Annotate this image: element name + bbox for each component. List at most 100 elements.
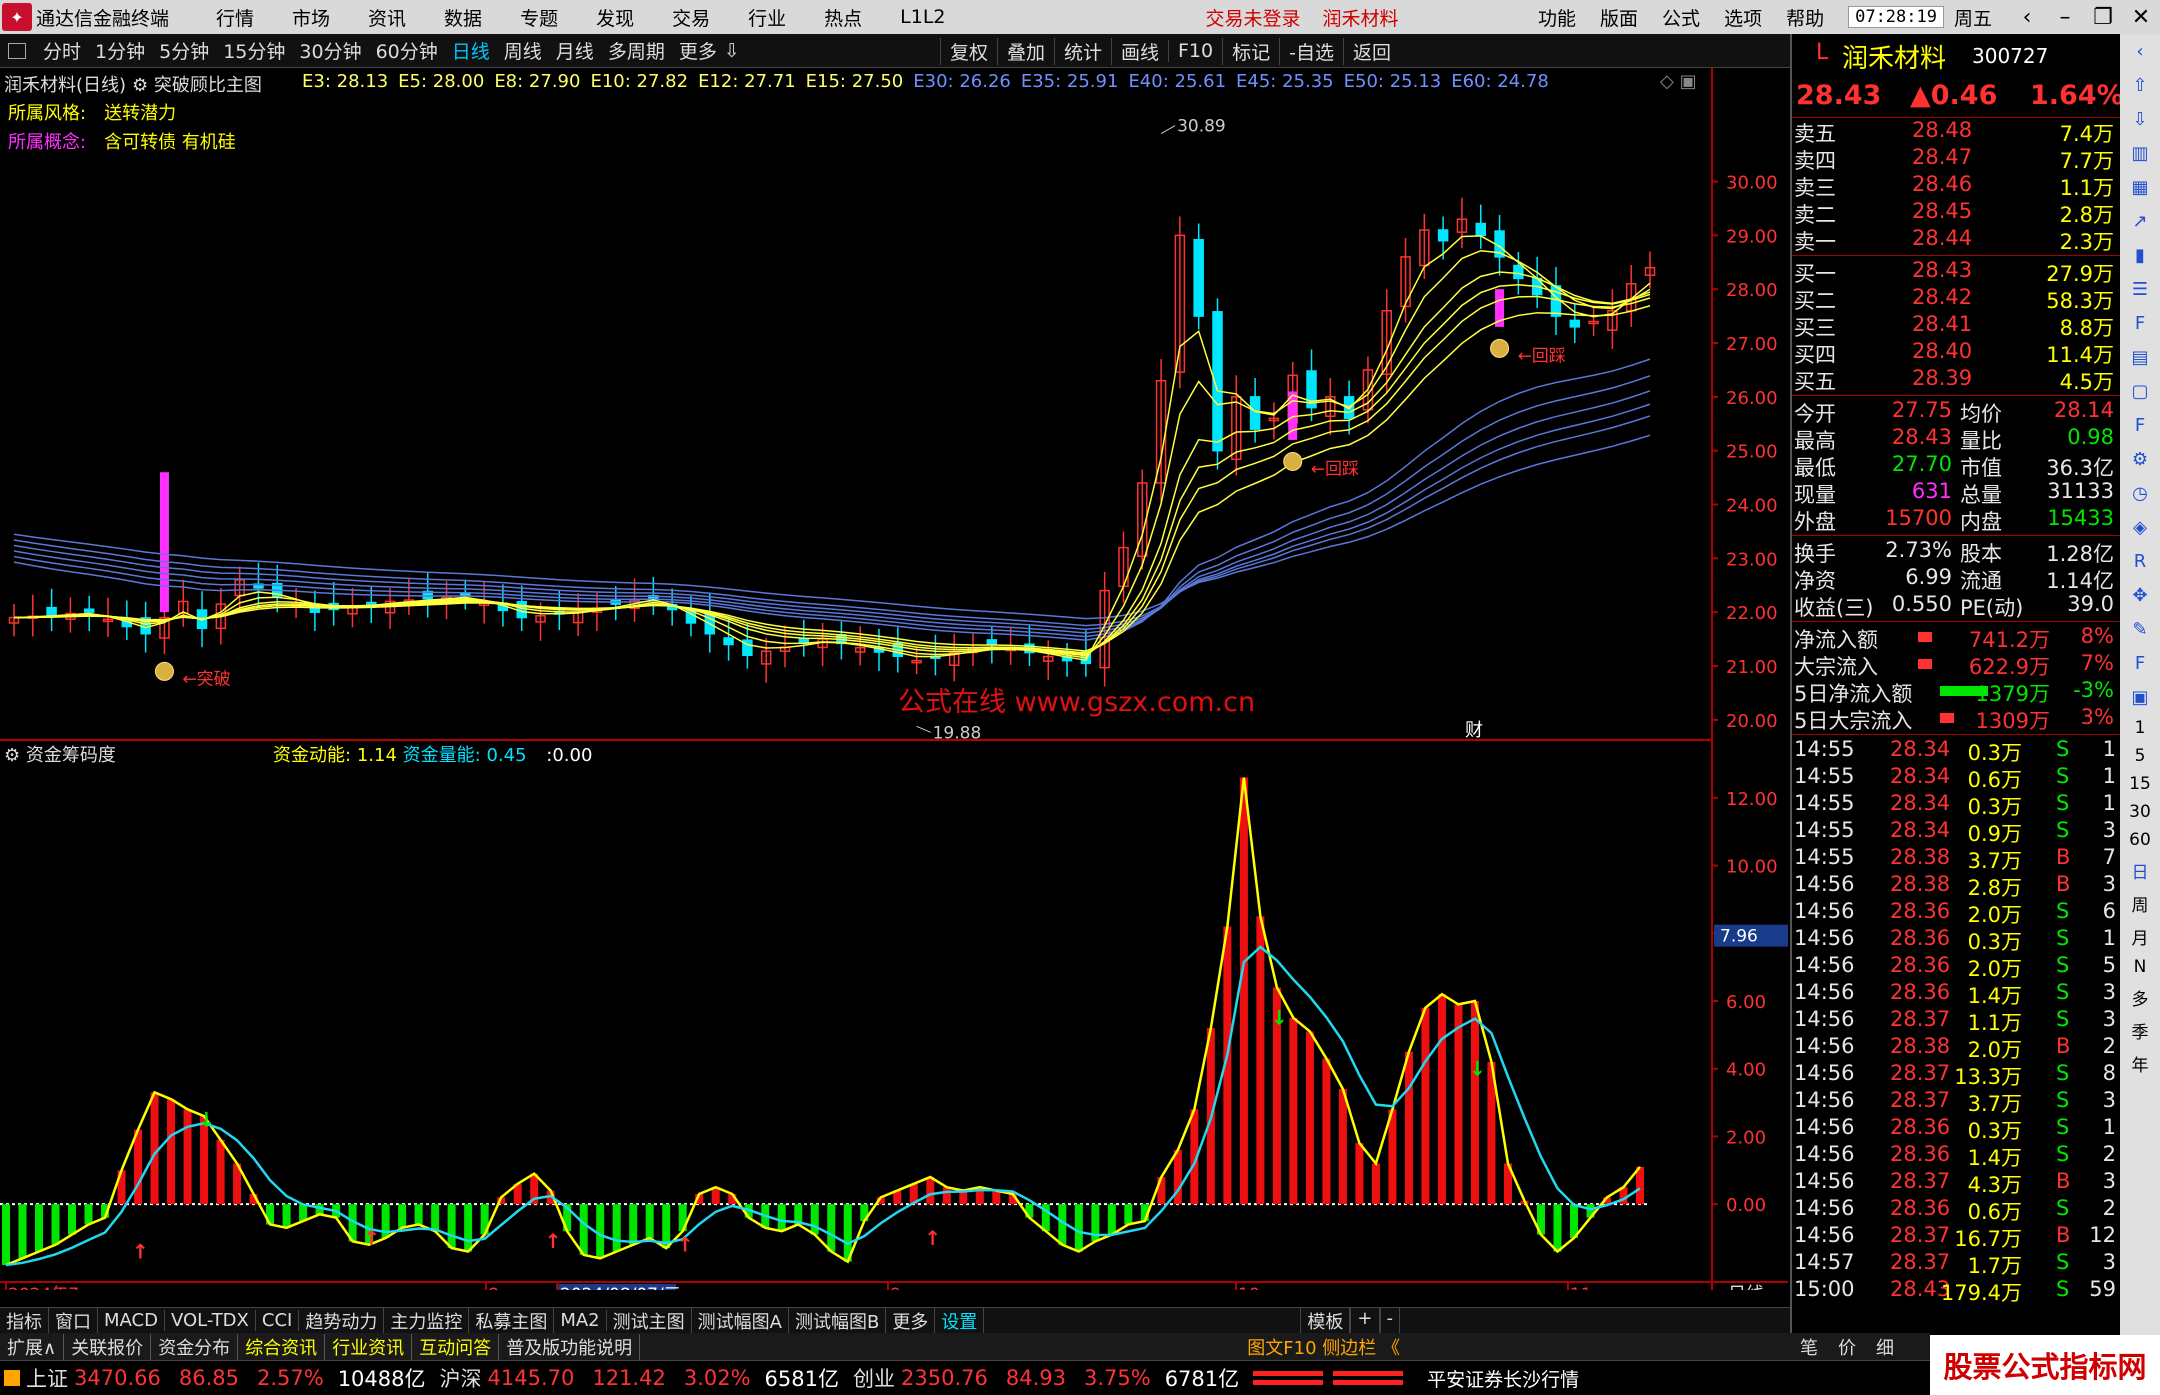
chart-area[interactable]: 30.00 29.00 28.00 27.00 26.00 25.00 24.00 23.00… — [0, 68, 1788, 1290]
menu-item-news[interactable]: 资讯 — [368, 4, 406, 31]
tool-overlay-button[interactable]: 叠加 — [996, 37, 1054, 65]
grid-icon[interactable]: ▦ — [2126, 173, 2154, 201]
menu-item-function[interactable]: 功能 — [1538, 4, 1576, 31]
tab-test-sub-a[interactable]: 测试幅图A — [692, 1307, 789, 1334]
index-cy-name[interactable]: 创业 — [853, 1363, 895, 1393]
tool-mark-button[interactable]: 标记 — [1222, 37, 1279, 65]
pen-icon[interactable]: ✎ — [2126, 615, 2154, 643]
trade-login-notice[interactable]: 交易未登录 — [1206, 4, 1301, 31]
move-icon[interactable]: ✥ — [2126, 581, 2154, 609]
menu-item-industry[interactable]: 行业 — [748, 4, 786, 31]
side-tab-week[interactable]: 周 — [2132, 891, 2149, 916]
tab-trend-power[interactable]: 趋势动力 — [299, 1307, 385, 1334]
menu-item-l1l2[interactable]: L1L2 — [900, 6, 945, 28]
page-icon[interactable]: ▤ — [2126, 343, 2154, 371]
chart-icon[interactable]: ▥ — [2126, 139, 2154, 167]
collapse-arrow-icon[interactable]: ‹ — [2126, 37, 2154, 65]
template-button[interactable]: 模板 — [1300, 1307, 1351, 1334]
period-tab-intraday[interactable]: 分时 — [36, 37, 88, 64]
period-tab-weekly[interactable]: 周线 — [497, 37, 549, 64]
side-num-30[interactable]: 30 — [2129, 802, 2151, 822]
menu-item-topics[interactable]: 专题 — [520, 4, 558, 31]
clock-icon[interactable]: ◷ — [2126, 479, 2154, 507]
side-tab-n[interactable]: N — [2134, 957, 2147, 977]
tab-macd[interactable]: MACD — [98, 1310, 165, 1331]
period-tab-60min[interactable]: 60分钟 — [369, 37, 445, 64]
ext-fund-dist[interactable]: 资金分布 — [151, 1333, 239, 1360]
tick-tab-bi[interactable]: 笔 — [1790, 1334, 1828, 1360]
side-num-5[interactable]: 5 — [2135, 746, 2146, 766]
tab-vol-tdx[interactable]: VOL-TDX — [165, 1310, 256, 1331]
tick-tab-detail[interactable]: 细 — [1866, 1334, 1904, 1360]
ext-industry-news[interactable]: 行业资讯 — [325, 1333, 413, 1360]
close-icon[interactable]: ✕ — [2122, 5, 2160, 30]
sub-indicator-gear-icon[interactable]: ⚙ — [4, 745, 20, 766]
restore-icon[interactable]: ❐ — [2084, 5, 2122, 30]
menu-item-hot[interactable]: 热点 — [824, 4, 862, 31]
period-tab-multi[interactable]: 多周期 — [601, 37, 672, 64]
add-window-button[interactable]: + — [1350, 1307, 1380, 1334]
side-tab-season[interactable]: 季 — [2132, 1018, 2149, 1043]
trend-icon[interactable]: ↗ — [2126, 207, 2154, 235]
side-num-1[interactable]: 1 — [2135, 718, 2146, 738]
index-sh-name[interactable]: 上证 — [26, 1363, 68, 1393]
tab-more[interactable]: 更多 — [886, 1307, 936, 1334]
menu-item-formula[interactable]: 公式 — [1662, 4, 1700, 31]
tab-settings[interactable]: 设置 — [935, 1307, 985, 1334]
period-tab-30min[interactable]: 30分钟 — [292, 37, 368, 64]
ext-expand[interactable]: 扩展∧ — [0, 1333, 65, 1360]
down-arrow-icon[interactable]: ⇩ — [2126, 105, 2154, 133]
kline-chart-svg[interactable]: 30.00 29.00 28.00 27.00 26.00 25.00 24.00 23.00… — [0, 68, 1788, 1290]
back-arrow-icon[interactable]: ‹ — [2008, 5, 2046, 30]
list-icon[interactable]: ☰ — [2126, 275, 2154, 303]
index-hs-name[interactable]: 沪深 — [440, 1363, 482, 1393]
side-num-15[interactable]: 15 — [2129, 774, 2151, 794]
menu-item-quotes[interactable]: 行情 — [216, 4, 254, 31]
tool-draw-button[interactable]: 画线 — [1110, 37, 1168, 65]
panel-toggle-icon[interactable] — [8, 42, 26, 59]
doc-icon[interactable]: ▢ — [2126, 377, 2154, 405]
tab-main-monitor[interactable]: 主力监控 — [384, 1307, 470, 1334]
side-num-60[interactable]: 60 — [2129, 830, 2151, 850]
tab-window[interactable]: 窗口 — [49, 1307, 98, 1334]
more-dropdown-icon[interactable]: ⇩ — [724, 40, 740, 62]
side-tab-month[interactable]: 月 — [2132, 924, 2149, 949]
tab-test-sub-b[interactable]: 测试幅图B — [789, 1307, 887, 1334]
sub-chart-title[interactable]: ⚙ 资金筹码度 — [4, 741, 116, 767]
period-tab-monthly[interactable]: 月线 — [549, 37, 601, 64]
f10-icon[interactable]: F — [2126, 309, 2154, 337]
gear-icon[interactable]: ⚙ — [2126, 445, 2154, 473]
side-tab-day[interactable]: 日 — [2132, 858, 2149, 883]
main-chart-indicator[interactable]: ⚙ 突破顾比主图 — [132, 71, 262, 97]
tool-back-button[interactable]: 返回 — [1342, 37, 1400, 65]
tool-f10-button[interactable]: F10 — [1168, 40, 1222, 62]
period-tab-more[interactable]: 更多 — [672, 37, 724, 64]
remove-window-button[interactable]: - — [1379, 1307, 1400, 1334]
shield-icon[interactable]: ◈ — [2126, 513, 2154, 541]
tick-tab-price[interactable]: 价 — [1828, 1334, 1866, 1360]
tab-indicator[interactable]: 指标 — [0, 1307, 49, 1334]
tab-test-main[interactable]: 测试主图 — [607, 1307, 692, 1334]
menu-item-market[interactable]: 市场 — [292, 4, 330, 31]
period-tab-1min[interactable]: 1分钟 — [88, 37, 152, 64]
indicator-gear-icon[interactable]: ⚙ — [132, 75, 148, 96]
rsi-icon[interactable]: R — [2126, 547, 2154, 575]
period-tab-5min[interactable]: 5分钟 — [152, 37, 216, 64]
tool-watchlist-button[interactable]: -自选 — [1279, 37, 1343, 65]
bars-icon[interactable]: ▮ — [2126, 241, 2154, 269]
tab-cci[interactable]: CCI — [256, 1310, 300, 1331]
menu-item-trade[interactable]: 交易 — [672, 4, 710, 31]
ext-f10-sidebar[interactable]: 图文F10 侧边栏 《 — [1247, 1334, 1400, 1360]
side-tab-year[interactable]: 年 — [2132, 1051, 2149, 1076]
tick-list[interactable]: 14:55 28.34 0.3万 S 1 14:55 28.34 0.6万 S 1 14:55 28.… — [1792, 737, 2120, 1305]
save-icon[interactable]: ▣ — [2126, 683, 2154, 711]
ext-general-news[interactable]: 综合资讯 — [238, 1333, 326, 1360]
ext-qa[interactable]: 互动问答 — [412, 1333, 500, 1360]
period-tab-daily[interactable]: 日线 — [445, 37, 497, 64]
tool-stats-button[interactable]: 统计 — [1053, 37, 1111, 65]
tab-ma2[interactable]: MA2 — [554, 1310, 607, 1331]
up-arrow-icon[interactable]: ⇧ — [2126, 71, 2154, 99]
tab-private-main[interactable]: 私募主图 — [469, 1307, 555, 1334]
menu-item-options[interactable]: 选项 — [1724, 4, 1762, 31]
ext-basic-help[interactable]: 普及版功能说明 — [499, 1333, 641, 1360]
